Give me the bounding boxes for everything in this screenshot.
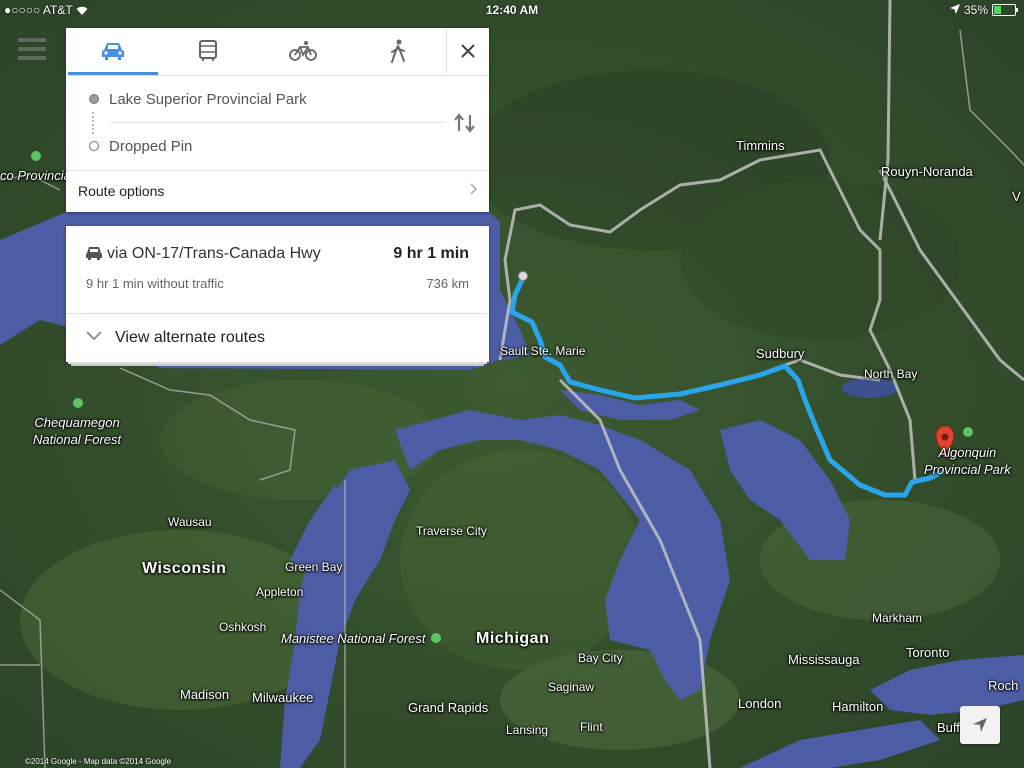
car-icon [102, 43, 124, 60]
chevron-down-icon [86, 328, 102, 346]
map-label-pukaskwa: co Provincia [0, 168, 71, 183]
origin-field[interactable]: Lake Superior Provincial Park [109, 91, 307, 108]
map-label-michigan: Michigan [476, 630, 550, 647]
lake-nipissing [842, 378, 898, 398]
directions-panel: Lake Superior Provincial Park Dropped Pi… [66, 28, 489, 212]
map-label-lansing: Lansing [506, 723, 549, 737]
map-attribution: ©2014 Google - Map data ©2014 Google [25, 757, 172, 766]
route-start [518, 271, 528, 281]
route-distance: 736 km [426, 276, 469, 291]
tab-drive[interactable] [66, 28, 160, 75]
status-bar: ●○○○○ AT&T 12:40 AM 35% [0, 0, 1024, 20]
map-label-markham: Markham [872, 611, 923, 625]
tab-bicycle[interactable] [256, 28, 350, 74]
battery-percent: 35% [963, 3, 988, 17]
map-label-toronto: Toronto [906, 645, 950, 660]
menu-icon[interactable] [18, 38, 46, 62]
map-label-north-bay: North Bay [864, 367, 918, 381]
chevron-right-icon [470, 182, 478, 198]
map-label-val: V [1012, 189, 1021, 204]
tab-transit[interactable] [161, 28, 255, 74]
route-options-row[interactable]: Route options [66, 170, 489, 213]
route-summary-card[interactable]: via ON-17/Trans-Canada Hwy 9 hr 1 min 9 … [66, 226, 489, 362]
map-label-manistee: Manistee National Forest [281, 631, 426, 646]
map-label-timmins: Timmins [736, 138, 785, 153]
map-label-london: London [738, 696, 782, 711]
map-label-flint: Flint [580, 720, 603, 734]
swap-button[interactable] [453, 113, 477, 133]
map-label-traverse-city: Traverse City [416, 524, 487, 538]
map-label-appleton: Appleton [256, 585, 304, 599]
destination-marker-icon [89, 141, 99, 151]
clock: 12:40 AM [485, 3, 539, 17]
swap-arrows-icon [454, 113, 475, 133]
battery-icon [992, 4, 1018, 16]
walking-icon [391, 39, 405, 63]
map-label-chequamegon: Chequamegon National Forest [33, 415, 122, 447]
map-label-wausau: Wausau [168, 515, 212, 529]
location-arrow-icon [973, 718, 987, 732]
destination-field[interactable]: Dropped Pin [109, 138, 192, 155]
map-label-oshkosh: Oshkosh [219, 620, 267, 634]
map-label-sault-ste-marie: Sault Ste. Marie [500, 344, 586, 358]
route-via: via ON-17/Trans-Canada Hwy [107, 245, 321, 262]
view-alternate-routes-button[interactable]: View alternate routes [66, 313, 489, 363]
route-dots [92, 112, 96, 134]
origin-marker-icon [89, 94, 99, 104]
location-arrow-icon [949, 3, 960, 17]
map-label-bay-city: Bay City [578, 651, 623, 665]
map-label-mississauga: Mississauga [788, 652, 860, 667]
map-label-saginaw: Saginaw [548, 680, 595, 694]
bicycle-icon [289, 41, 317, 61]
tab-walk[interactable] [351, 28, 445, 74]
map-label-rochester: Roch [988, 678, 1019, 693]
my-location-button[interactable] [960, 706, 1000, 744]
map-label-sudbury: Sudbury [756, 346, 805, 361]
map-label-algonquin: Algonquin Provincial Park [924, 445, 1011, 477]
map-label-grand-rapids: Grand Rapids [408, 700, 489, 715]
close-button[interactable] [446, 28, 489, 74]
route-options-label: Route options [78, 183, 165, 199]
bus-icon [199, 40, 217, 61]
close-icon [461, 44, 475, 58]
field-divider [109, 122, 445, 123]
map-label-hamilton: Hamilton [832, 699, 884, 714]
route-duration: 9 hr 1 min [393, 245, 469, 262]
alternate-routes-label: View alternate routes [115, 329, 266, 346]
card-stack-edge [71, 364, 484, 366]
travel-mode-tabs [66, 28, 489, 76]
map-label-madison: Madison [180, 687, 230, 702]
map-label-green-bay: Green Bay [285, 560, 343, 574]
route-traffic-note: 9 hr 1 min without traffic [86, 276, 224, 291]
map-label-wisconsin: Wisconsin [142, 560, 227, 577]
map-label-milwaukee: Milwaukee [252, 690, 314, 705]
map-label-rouyn-noranda: Rouyn-Noranda [881, 164, 973, 179]
car-icon [85, 246, 103, 266]
status-right: 35% [949, 3, 1018, 17]
